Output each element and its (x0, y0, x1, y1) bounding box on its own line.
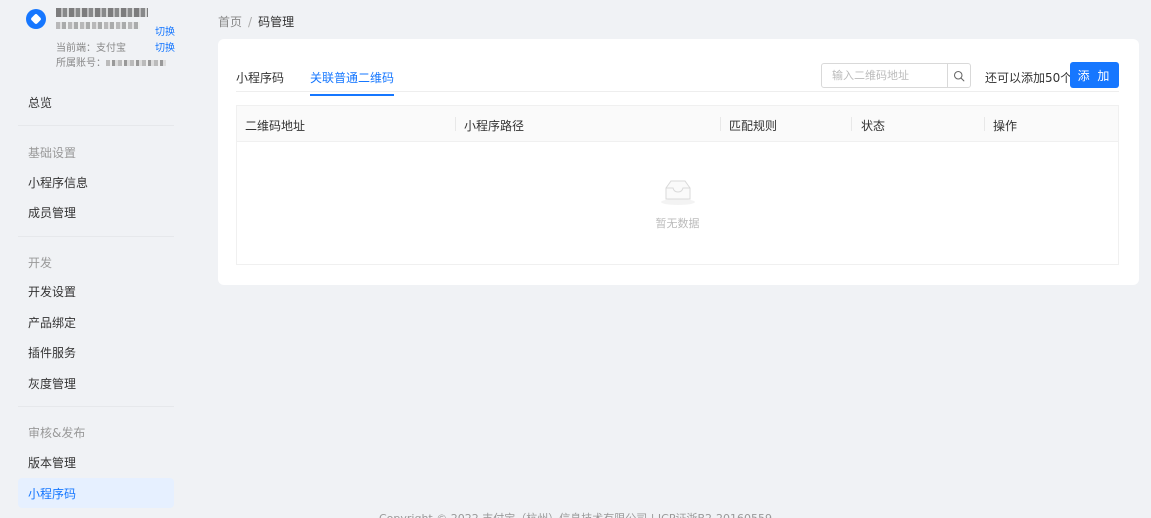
nav-group-development: 开发 (28, 256, 53, 270)
breadcrumb-current: 码管理 (258, 15, 295, 29)
column-separator (851, 117, 852, 131)
sidebar: 切换 当前端：支付宝 切换 所属账号： 总览 基础设置 小程序信息 成员管理 开… (0, 0, 190, 518)
column-qrcode-url: 二维码地址 (245, 119, 306, 133)
sidebar-item-miniapp-code[interactable]: 小程序码 (18, 478, 174, 508)
tabs-divider (236, 91, 1119, 92)
table-empty-state: 暂无数据 (237, 142, 1118, 264)
account-redacted (106, 60, 166, 66)
app-logo (26, 9, 46, 29)
column-separator (455, 117, 456, 131)
column-miniapp-path: 小程序路径 (464, 119, 525, 133)
sidebar-item-dev-settings[interactable]: 开发设置 (18, 276, 174, 306)
qrcode-search-input[interactable] (822, 64, 947, 87)
nav-divider (18, 125, 174, 126)
sidebar-item-grayscale[interactable]: 灰度管理 (18, 368, 174, 398)
client-switch-link[interactable]: 切换 (155, 39, 175, 54)
search-box (821, 63, 971, 88)
column-actions: 操作 (993, 119, 1018, 133)
footer-copyright: Copyright © 2022 支付宝（杭州）信息技术有限公司 | ICP证浙… (0, 510, 1151, 518)
search-button[interactable] (947, 64, 970, 87)
nav-divider (18, 406, 174, 407)
account-row: 所属账号： (56, 54, 166, 69)
breadcrumb-separator: / (248, 14, 253, 29)
sidebar-item-members[interactable]: 成员管理 (18, 197, 174, 227)
nav-group-basic-settings: 基础设置 (28, 146, 77, 160)
code-management-card: 小程序码 关联普通二维码 还可以添加50个 添 加 二维码地址 小程序路径 匹配… (218, 39, 1139, 285)
nav-group-review-publish: 审核&发布 (28, 426, 86, 440)
quota-text: 还可以添加50个 (985, 71, 1073, 85)
app-name-redacted (56, 8, 148, 17)
app-id-redacted (56, 22, 140, 29)
breadcrumb: 首页 / 码管理 (218, 13, 294, 30)
app-switch-link[interactable]: 切换 (155, 23, 175, 38)
qrcode-table: 二维码地址 小程序路径 匹配规则 状态 操作 暂无数据 (236, 105, 1119, 265)
sidebar-item-miniapp-info[interactable]: 小程序信息 (18, 167, 174, 197)
breadcrumb-home[interactable]: 首页 (218, 13, 242, 30)
empty-text: 暂无数据 (655, 216, 700, 230)
sidebar-item-product-binding[interactable]: 产品绑定 (18, 307, 174, 337)
column-status: 状态 (861, 119, 886, 133)
nav-divider (18, 236, 174, 237)
app-header: 切换 当前端：支付宝 切换 所属账号： (0, 0, 190, 80)
account-label: 所属账号： (56, 58, 106, 69)
table-header: 二维码地址 小程序路径 匹配规则 状态 操作 (237, 106, 1118, 142)
column-separator (984, 117, 985, 131)
column-match-rule: 匹配规则 (729, 119, 778, 133)
client-label: 当前端：支付宝 (56, 43, 126, 54)
search-icon (953, 70, 965, 81)
sidebar-item-versions[interactable]: 版本管理 (18, 447, 174, 477)
sidebar-item-plugins[interactable]: 插件服务 (18, 337, 174, 367)
sidebar-item-overview[interactable]: 总览 (18, 87, 174, 117)
empty-box-icon (658, 176, 698, 209)
add-button[interactable]: 添 加 (1070, 62, 1119, 88)
column-separator (720, 117, 721, 131)
